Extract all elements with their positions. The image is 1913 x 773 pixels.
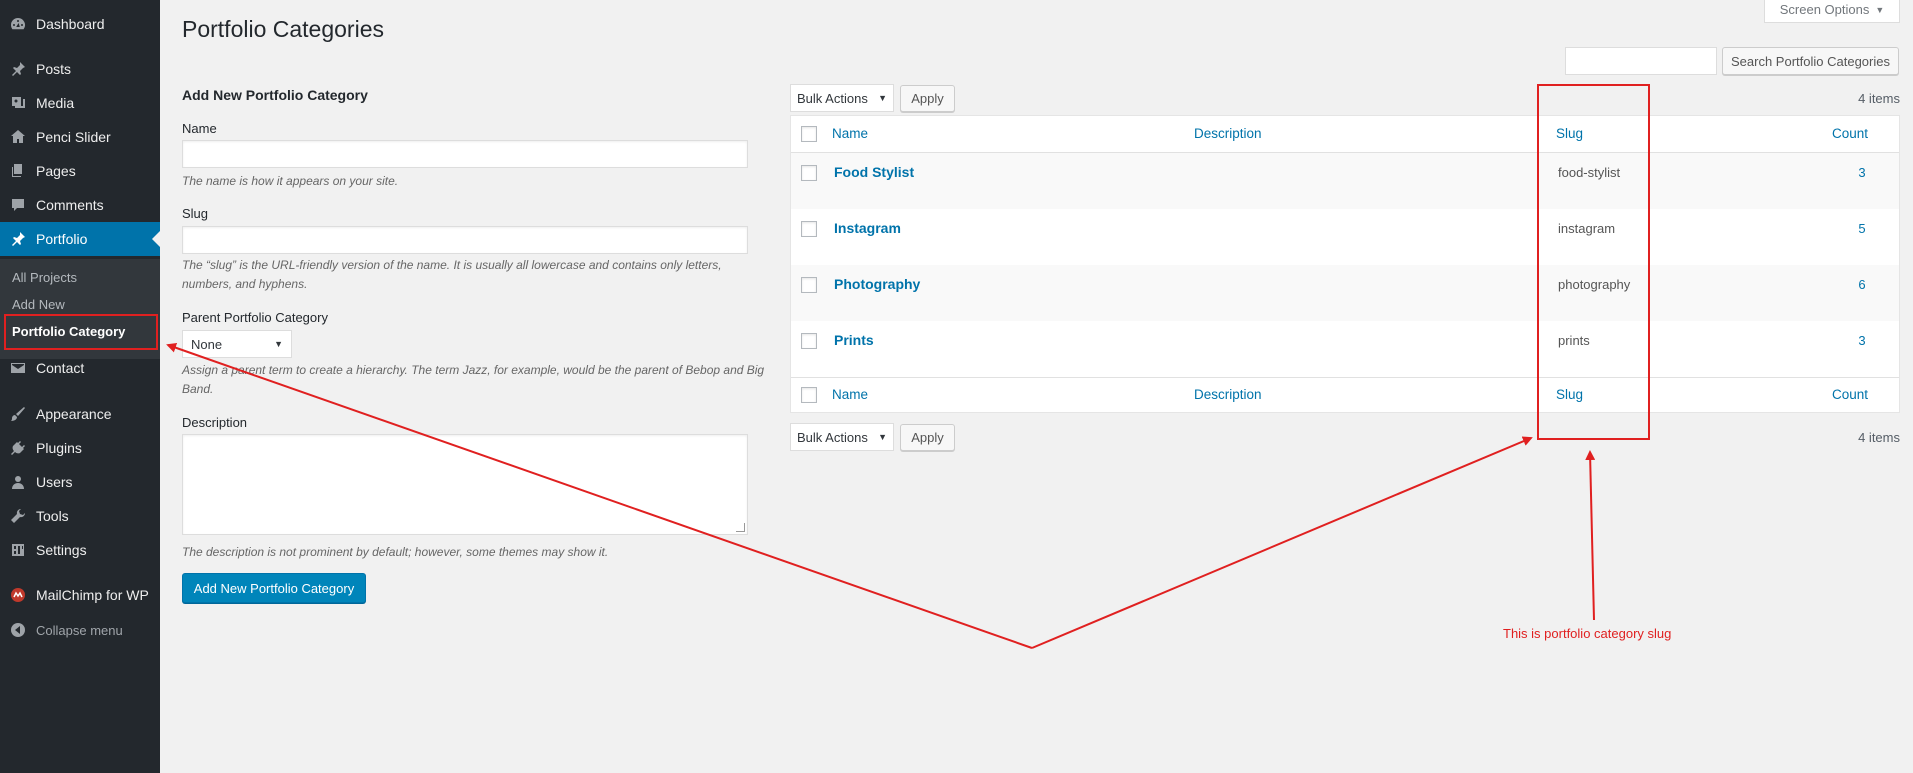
annotation-text: This is portfolio category slug (1503, 626, 1672, 641)
annotation-arrow-up (1585, 450, 1596, 621)
annotation-arrow-to-slug (1031, 436, 1533, 649)
annotation-arrows (166, 342, 1596, 649)
annotation-arrow-to-menu (166, 342, 1033, 649)
